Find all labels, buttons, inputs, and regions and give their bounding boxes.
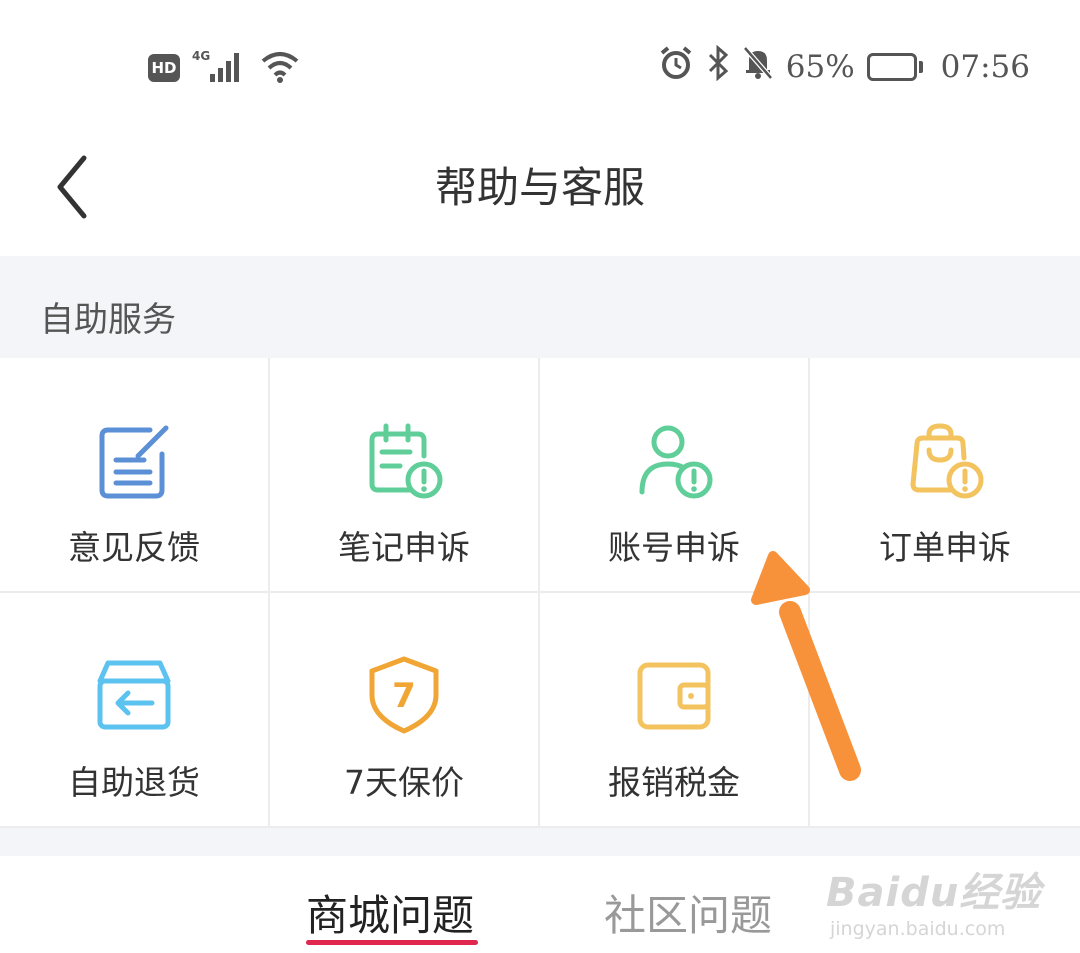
bluetooth-icon xyxy=(706,44,730,89)
wallet-icon xyxy=(637,662,711,730)
service-item-account-appeal[interactable]: 账号申诉 xyxy=(540,358,810,593)
status-left: HD 4G xyxy=(148,48,300,88)
service-label: 笔记申诉 xyxy=(338,528,470,567)
alarm-icon xyxy=(658,45,694,89)
status-bar: HD 4G 65% 07:56 xyxy=(0,0,1080,130)
return-box-icon xyxy=(97,660,171,730)
feedback-icon xyxy=(99,425,169,499)
tab-mall-questions[interactable]: 商城问题 xyxy=(306,882,474,943)
account-appeal-icon xyxy=(639,425,713,499)
section-title: 自助服务 xyxy=(40,300,176,340)
shield-badge: 7 xyxy=(392,676,416,716)
battery-icon xyxy=(866,53,923,81)
battery-percent: 65% xyxy=(785,49,855,85)
watermark: Baidu经验 jingyan.baidu.com xyxy=(826,860,1041,940)
service-label: 报销税金 xyxy=(608,763,740,802)
price-protect-shield-icon: 7 xyxy=(369,656,439,734)
clock: 07:56 xyxy=(940,49,1030,85)
hd-badge: HD xyxy=(148,54,180,82)
service-item-order-appeal[interactable]: 订单申诉 xyxy=(810,358,1080,593)
tab-community-questions[interactable]: 社区问题 xyxy=(604,882,772,943)
watermark-logo: Baidu经验 xyxy=(826,870,1042,916)
service-label: 账号申诉 xyxy=(608,528,740,567)
page-title: 帮助与客服 xyxy=(434,163,645,212)
service-label: 7天保价 xyxy=(344,763,464,802)
watermark-url: jingyan.baidu.com xyxy=(830,918,1006,940)
service-item-note-appeal[interactable]: 笔记申诉 xyxy=(270,358,540,593)
service-label: 自助退货 xyxy=(68,763,200,802)
service-item-tax-reimburse[interactable]: 报销税金 xyxy=(540,593,810,828)
empty-cell xyxy=(810,593,1080,828)
note-appeal-icon xyxy=(369,423,443,499)
order-appeal-icon xyxy=(910,423,984,499)
nav-bar: 帮助与客服 xyxy=(0,130,1080,256)
active-tab-indicator xyxy=(306,940,478,945)
service-label: 订单申诉 xyxy=(879,528,1011,567)
status-right: 65% 07:56 xyxy=(658,44,1030,89)
service-label: 意见反馈 xyxy=(68,528,200,567)
service-item-self-return[interactable]: 自助退货 xyxy=(0,593,270,828)
network-label: 4G xyxy=(192,49,210,63)
service-item-price-protect[interactable]: 7 7天保价 xyxy=(270,593,540,828)
service-grid: 意见反馈 笔记申诉 账号申诉 订单申诉 自助退货 7 7天保价 报销税金 xyxy=(0,358,1080,828)
service-item-feedback[interactable]: 意见反馈 xyxy=(0,358,270,593)
mute-icon xyxy=(742,45,774,89)
signal-icon: 4G xyxy=(192,48,248,88)
wifi-icon xyxy=(260,49,300,87)
